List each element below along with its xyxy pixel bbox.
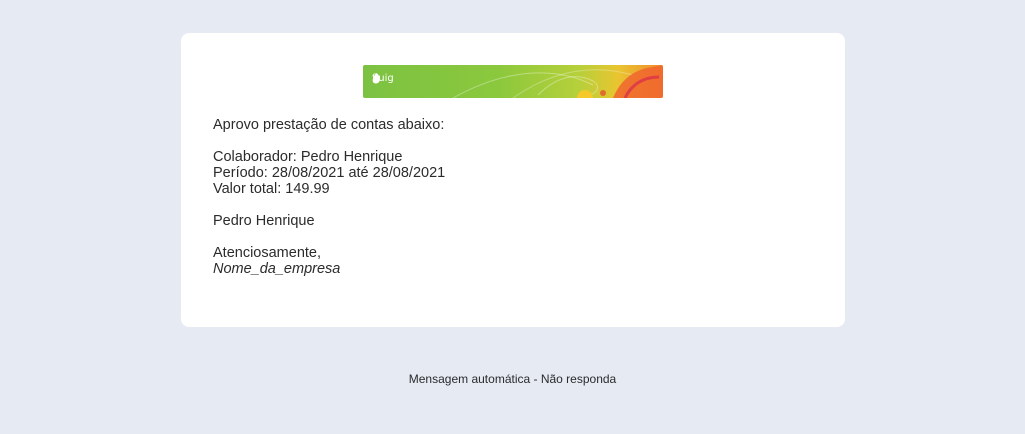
- colaborador-line: Colaborador: Pedro Henrique: [213, 149, 403, 165]
- message-intro: Aprovo prestação de contas abaixo:: [213, 117, 445, 133]
- email-card: fluig Aprovo prestação de contas abaixo:…: [181, 33, 845, 327]
- banner-swirls: [452, 65, 663, 98]
- closing-line: Atenciosamente,: [213, 245, 322, 261]
- message-body: Aprovo prestação de contas abaixo: Colab…: [213, 117, 445, 277]
- sender-name: Pedro Henrique: [213, 213, 315, 229]
- company-name: Nome_da_empresa: [213, 261, 341, 277]
- footer-note: Mensagem automática - Não responda: [408, 372, 617, 386]
- fluig-banner: fluig: [363, 65, 663, 98]
- periodo-line: Período: 28/08/2021 até 28/08/2021: [213, 165, 446, 181]
- valor-total-line: Valor total: 149.99: [213, 181, 330, 197]
- fluig-leaf-icon: [372, 73, 381, 84]
- banner-brand: fluig: [372, 73, 394, 84]
